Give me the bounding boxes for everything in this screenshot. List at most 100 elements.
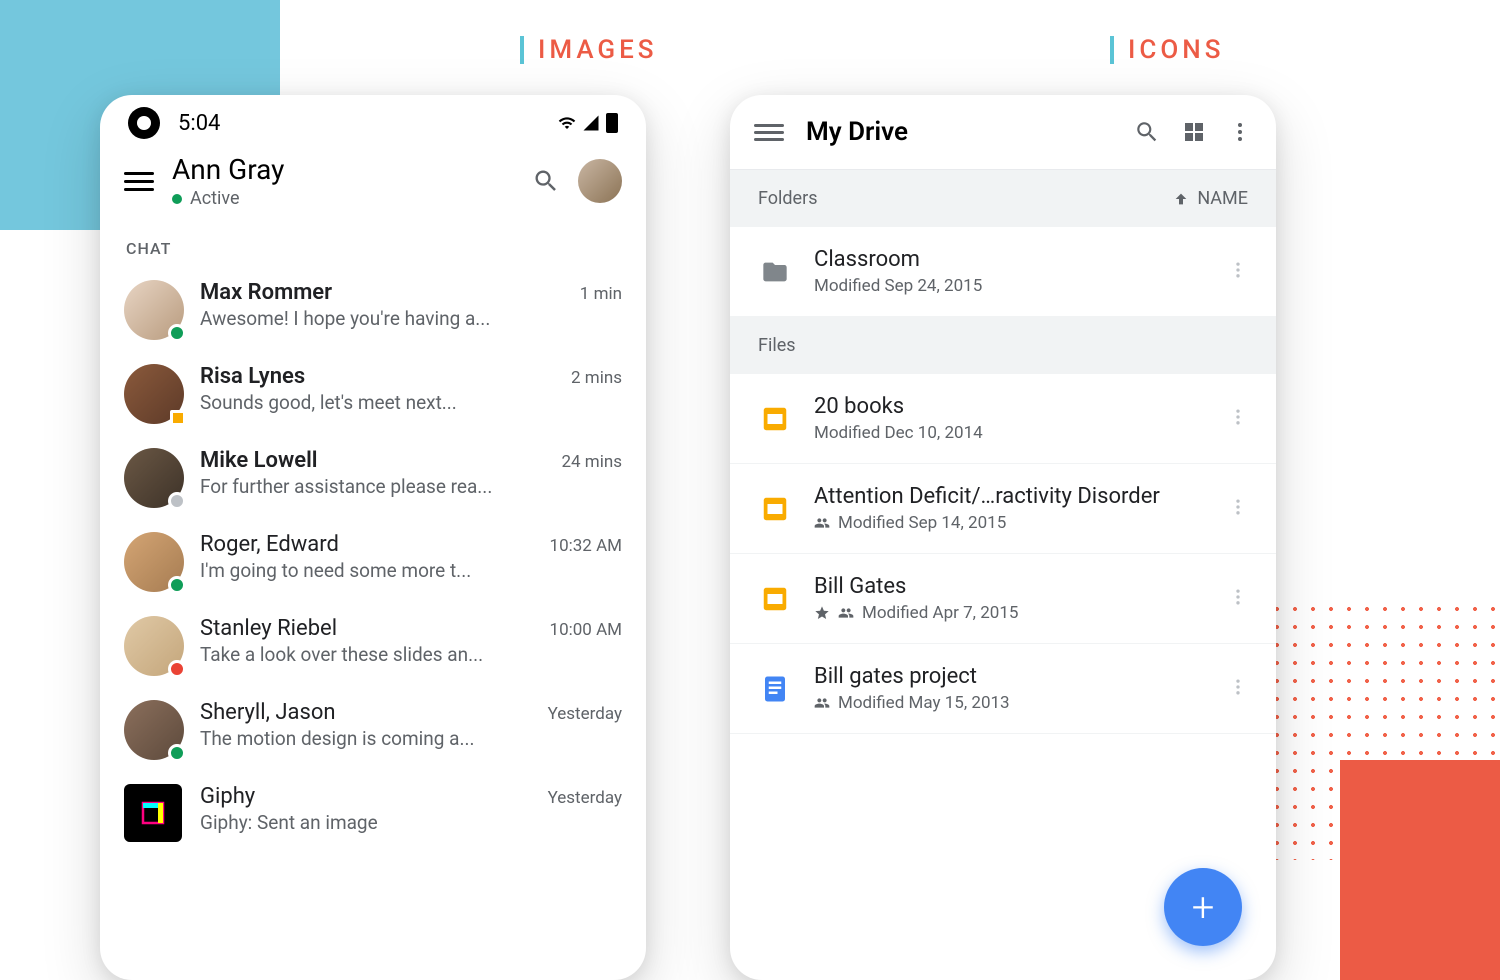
view-toggle-button[interactable] bbox=[1182, 120, 1206, 144]
file-item[interactable]: Attention Deficit/…ractivity Disorder Mo… bbox=[730, 464, 1276, 554]
grid-view-icon bbox=[1182, 120, 1206, 144]
chat-time: 2 mins bbox=[571, 368, 622, 388]
docs-icon bbox=[760, 674, 790, 704]
slides-icon bbox=[760, 404, 790, 434]
search-icon bbox=[1134, 119, 1160, 145]
file-item[interactable]: Bill gates project Modified May 15, 2013 bbox=[730, 644, 1276, 734]
heading-icons: ICONS bbox=[1110, 35, 1224, 65]
folders-section-header: Folders NAME bbox=[730, 170, 1276, 227]
chat-name: Mike Lowell bbox=[200, 448, 318, 473]
item-more-button[interactable] bbox=[1228, 677, 1248, 701]
chat-item[interactable]: Risa Lynes 2 mins Sounds good, let's mee… bbox=[118, 352, 628, 436]
phone-drive-mockup: My Drive Folders NAME Classroom Modified… bbox=[730, 95, 1276, 980]
status-badge bbox=[168, 576, 186, 594]
folder-name: Classroom bbox=[814, 247, 1206, 272]
chat-preview: Sounds good, let's meet next... bbox=[200, 391, 622, 414]
files-label: Files bbox=[758, 335, 796, 356]
chat-time: Yesterday bbox=[548, 788, 622, 808]
active-status-icon bbox=[172, 194, 182, 204]
folders-label: Folders bbox=[758, 188, 818, 209]
sort-button[interactable]: NAME bbox=[1173, 188, 1248, 209]
status-time: 5:04 bbox=[178, 111, 220, 136]
more-vertical-icon bbox=[1228, 407, 1248, 427]
folder-meta: Modified Sep 24, 2015 bbox=[814, 276, 1206, 296]
search-icon[interactable] bbox=[532, 167, 560, 195]
menu-icon[interactable] bbox=[754, 124, 784, 141]
chat-preview: Take a look over these slides an... bbox=[200, 643, 622, 666]
more-vertical-icon bbox=[1228, 497, 1248, 517]
chat-time: 24 mins bbox=[561, 452, 622, 472]
chat-preview: I'm going to need some more t... bbox=[200, 559, 622, 582]
status-badge bbox=[168, 492, 186, 510]
file-name: Bill Gates bbox=[814, 574, 1206, 599]
decorative-orange-block bbox=[1340, 760, 1500, 980]
chat-item[interactable]: Giphy Yesterday Giphy: Sent an image bbox=[118, 772, 628, 856]
file-item[interactable]: Bill Gates Modified Apr 7, 2015 bbox=[730, 554, 1276, 644]
appbar-title: Ann Gray bbox=[172, 153, 514, 186]
file-name: Bill gates project bbox=[814, 664, 1206, 689]
chat-item[interactable]: Stanley Riebel 10:00 AM Take a look over… bbox=[118, 604, 628, 688]
folder-icon bbox=[758, 258, 792, 286]
file-name: 20 books bbox=[814, 394, 1206, 419]
battery-icon bbox=[606, 113, 618, 133]
giphy-avatar bbox=[124, 784, 182, 842]
arrow-up-icon bbox=[1173, 191, 1189, 207]
fab-add-button[interactable]: + bbox=[1164, 868, 1242, 946]
heading-icons-label: ICONS bbox=[1128, 35, 1224, 65]
status-badge bbox=[170, 410, 186, 426]
status-badge bbox=[168, 660, 186, 678]
slides-icon bbox=[760, 494, 790, 524]
chat-section-label: CHAT bbox=[100, 223, 646, 268]
status-bar: 5:04 bbox=[100, 95, 646, 147]
heading-bar-icon bbox=[1110, 36, 1114, 64]
chat-name: Sheryll, Jason bbox=[200, 700, 336, 725]
item-more-button[interactable] bbox=[1228, 260, 1248, 284]
sort-label: NAME bbox=[1197, 188, 1248, 209]
chat-app-bar: Ann Gray Active bbox=[100, 147, 646, 223]
file-name: Attention Deficit/…ractivity Disorder bbox=[814, 484, 1206, 509]
file-list: 20 books Modified Dec 10, 2014 Attention… bbox=[730, 374, 1276, 734]
folder-item[interactable]: Classroom Modified Sep 24, 2015 bbox=[730, 227, 1276, 317]
more-vertical-icon bbox=[1228, 260, 1248, 280]
file-meta: Modified Apr 7, 2015 bbox=[814, 603, 1206, 623]
chat-name: Max Rommer bbox=[200, 280, 332, 305]
more-vertical-icon bbox=[1228, 120, 1252, 144]
chat-preview: For further assistance please rea... bbox=[200, 475, 622, 498]
chat-item[interactable]: Mike Lowell 24 mins For further assistan… bbox=[118, 436, 628, 520]
item-more-button[interactable] bbox=[1228, 587, 1248, 611]
chat-name: Giphy bbox=[200, 784, 255, 809]
chat-time: 10:32 AM bbox=[550, 536, 622, 556]
more-options-button[interactable] bbox=[1228, 120, 1252, 144]
file-item[interactable]: 20 books Modified Dec 10, 2014 bbox=[730, 374, 1276, 464]
phone-chat-mockup: 5:04 Ann Gray Active CHAT Max Rommer 1 m… bbox=[100, 95, 646, 980]
status-badge bbox=[168, 744, 186, 762]
menu-icon[interactable] bbox=[124, 172, 154, 191]
chat-time: 10:00 AM bbox=[550, 620, 622, 640]
chat-time: 1 min bbox=[580, 284, 622, 304]
item-more-button[interactable] bbox=[1228, 497, 1248, 521]
slides-icon bbox=[760, 584, 790, 614]
wifi-icon bbox=[556, 114, 578, 132]
chat-item[interactable]: Sheryll, Jason Yesterday The motion desi… bbox=[118, 688, 628, 772]
profile-avatar[interactable] bbox=[578, 159, 622, 203]
more-vertical-icon bbox=[1228, 587, 1248, 607]
drive-title: My Drive bbox=[806, 117, 1112, 147]
chat-name: Stanley Riebel bbox=[200, 616, 337, 641]
cellular-icon bbox=[580, 114, 602, 132]
drive-app-bar: My Drive bbox=[730, 95, 1276, 170]
chat-item[interactable]: Roger, Edward 10:32 AM I'm going to need… bbox=[118, 520, 628, 604]
status-badge bbox=[168, 324, 186, 342]
chat-item[interactable]: Max Rommer 1 min Awesome! I hope you're … bbox=[118, 268, 628, 352]
chat-preview: Awesome! I hope you're having a... bbox=[200, 307, 622, 330]
appbar-subtitle-text: Active bbox=[190, 188, 240, 209]
chat-name: Roger, Edward bbox=[200, 532, 339, 557]
search-button[interactable] bbox=[1134, 119, 1160, 145]
files-section-header: Files bbox=[730, 317, 1276, 374]
item-more-button[interactable] bbox=[1228, 407, 1248, 431]
heading-images: IMAGES bbox=[520, 35, 658, 65]
camera-icon bbox=[128, 107, 160, 139]
chat-list: Max Rommer 1 min Awesome! I hope you're … bbox=[100, 268, 646, 856]
shared-icon bbox=[814, 515, 830, 531]
file-meta: Modified Dec 10, 2014 bbox=[814, 423, 1206, 443]
shared-icon bbox=[814, 695, 830, 711]
